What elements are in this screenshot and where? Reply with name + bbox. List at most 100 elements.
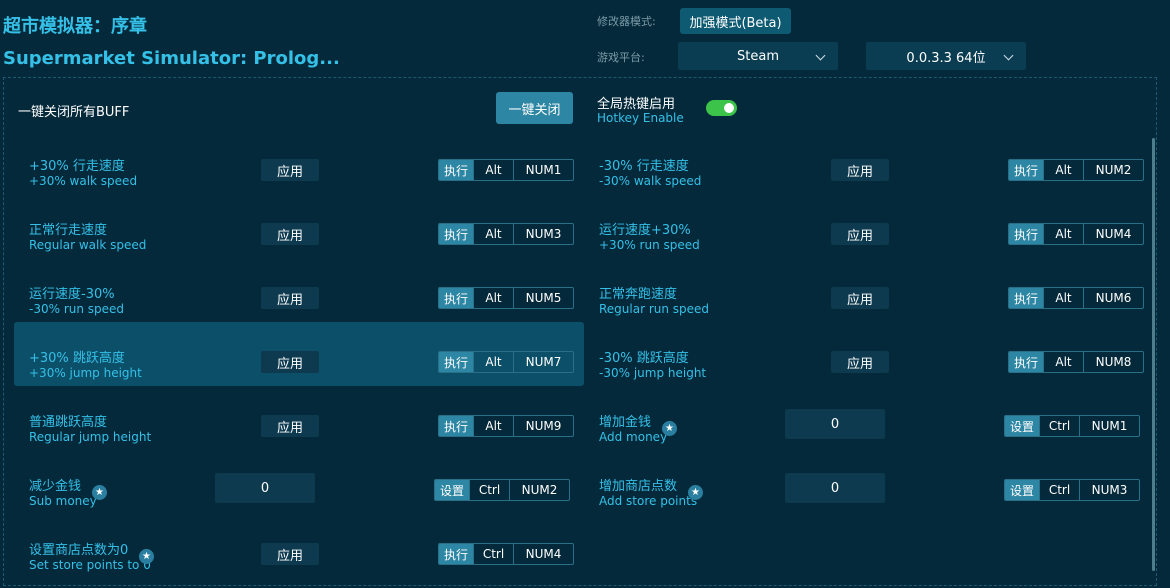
hotkey-action-button[interactable]: 设置 — [435, 480, 469, 500]
value-input[interactable]: 0 — [785, 409, 885, 439]
hotkey-key[interactable]: NUM4 — [1083, 224, 1143, 244]
hotkey-key[interactable]: NUM8 — [1083, 352, 1143, 372]
hotkey-group: 执行 Alt NUM2 — [1008, 159, 1144, 181]
hotkey-action-button[interactable]: 执行 — [439, 288, 473, 308]
cheat-label-cn: 减少金钱 — [29, 479, 82, 494]
mode-button[interactable]: 加强模式(Beta) — [680, 8, 791, 34]
cheat-label-cn: 增加商店点数 — [599, 479, 678, 494]
toggle-knob — [724, 103, 734, 113]
hotkey-action-button[interactable]: 执行 — [1009, 352, 1043, 372]
cheat-label-cn: 运行速度+30% — [599, 223, 691, 238]
hotkey-key[interactable]: NUM2 — [1083, 160, 1143, 180]
hotkey-group: 执行 Alt NUM9 — [438, 415, 574, 437]
value-input[interactable]: 0 — [215, 473, 315, 503]
cheat-label-cn: 运行速度-30% — [29, 287, 115, 302]
hotkey-modifier[interactable]: Ctrl — [1039, 480, 1079, 500]
hotkey-modifier[interactable]: Ctrl — [469, 480, 509, 500]
hotkey-group: 设置 Ctrl NUM3 — [1004, 479, 1140, 501]
hotkey-action-button[interactable]: 设置 — [1005, 480, 1039, 500]
mode-label: 修改器模式: — [597, 15, 656, 28]
hotkey-action-button[interactable]: 执行 — [439, 160, 473, 180]
apply-button[interactable]: 应用 — [831, 351, 889, 373]
apply-button[interactable]: 应用 — [261, 223, 319, 245]
star-icon: ★ — [139, 549, 154, 564]
hotkey-action-button[interactable]: 执行 — [439, 224, 473, 244]
hotkey-key[interactable]: NUM1 — [1079, 416, 1139, 436]
hotkey-action-button[interactable]: 执行 — [439, 544, 473, 564]
apply-button[interactable]: 应用 — [831, 159, 889, 181]
hotkey-modifier[interactable]: Alt — [1043, 224, 1083, 244]
cheat-label-en: -30% jump height — [599, 366, 707, 380]
hotkey-action-button[interactable]: 执行 — [439, 352, 473, 372]
hotkey-group: 执行 Alt NUM6 — [1008, 287, 1144, 309]
cheat-label-en: Sub money — [29, 494, 97, 508]
hotkey-key[interactable]: NUM1 — [513, 160, 573, 180]
apply-button[interactable]: 应用 — [261, 415, 319, 437]
star-icon: ★ — [688, 485, 703, 500]
value-input[interactable]: 0 — [785, 473, 885, 503]
apply-button[interactable]: 应用 — [261, 351, 319, 373]
cheat-label-cn: +30% 行走速度 — [29, 159, 125, 174]
page-title-en: Supermarket Simulator: Prolog... — [3, 48, 340, 69]
apply-button[interactable]: 应用 — [261, 159, 319, 181]
hotkey-enable-label-en: Hotkey Enable — [597, 111, 684, 125]
hotkey-toggle[interactable] — [706, 100, 737, 116]
hotkey-key[interactable]: NUM5 — [513, 288, 573, 308]
cheat-label-en: Add store points — [599, 494, 698, 508]
hotkey-key[interactable]: NUM4 — [513, 544, 573, 564]
hotkey-modifier[interactable]: Alt — [473, 160, 513, 180]
hotkey-modifier[interactable]: Alt — [1043, 160, 1083, 180]
hotkey-group: 设置 Ctrl NUM2 — [434, 479, 570, 501]
close-all-button[interactable]: 一键关闭 — [496, 92, 573, 124]
cheat-label-en: -30% run speed — [29, 302, 125, 316]
hotkey-action-button[interactable]: 执行 — [439, 416, 473, 436]
hotkey-action-button[interactable]: 执行 — [1009, 160, 1043, 180]
hotkey-modifier[interactable]: Alt — [1043, 288, 1083, 308]
hotkey-key[interactable]: NUM9 — [513, 416, 573, 436]
cheat-label-cn: +30% 跳跃高度 — [29, 351, 125, 366]
platform-label: 游戏平台: — [597, 51, 645, 64]
apply-button[interactable]: 应用 — [261, 287, 319, 309]
hotkey-modifier[interactable]: Ctrl — [1039, 416, 1079, 436]
hotkey-modifier[interactable]: Alt — [473, 416, 513, 436]
cheat-label-cn: 设置商店点数为0 — [29, 543, 129, 558]
hotkey-modifier[interactable]: Alt — [473, 224, 513, 244]
hotkey-group: 执行 Alt NUM8 — [1008, 351, 1144, 373]
version-select[interactable]: 0.0.3.3 64位 — [866, 42, 1026, 70]
cheat-label-en: +30% jump height — [29, 366, 142, 380]
cheat-label-en: +30% run speed — [599, 238, 700, 252]
apply-button[interactable]: 应用 — [831, 287, 889, 309]
cheat-label-en: Add money — [599, 430, 668, 444]
hotkey-group: 设置 Ctrl NUM1 — [1004, 415, 1140, 437]
cheat-label-en: Set store points to 0 — [29, 558, 151, 572]
platform-select[interactable]: Steam — [678, 42, 838, 70]
hotkey-key[interactable]: NUM6 — [1083, 288, 1143, 308]
hotkey-group: 执行 Alt NUM3 — [438, 223, 574, 245]
hotkey-action-button[interactable]: 执行 — [1009, 224, 1043, 244]
apply-button[interactable]: 应用 — [831, 223, 889, 245]
hotkey-enable-label-cn: 全局热键启用 — [597, 97, 676, 112]
hotkey-modifier[interactable]: Ctrl — [473, 544, 513, 564]
hotkey-key[interactable]: NUM7 — [513, 352, 573, 372]
cheat-label-cn: 增加金钱 — [599, 415, 652, 430]
hotkey-action-button[interactable]: 执行 — [1009, 288, 1043, 308]
star-icon: ★ — [662, 421, 677, 436]
apply-button[interactable]: 应用 — [261, 543, 319, 565]
cheat-label-cn: 普通跳跃高度 — [29, 415, 108, 430]
cheat-label-en: Regular jump height — [29, 430, 152, 444]
hotkey-modifier[interactable]: Alt — [473, 288, 513, 308]
page-title-cn: 超市模拟器：序章 — [3, 16, 147, 37]
hotkey-modifier[interactable]: Alt — [1043, 352, 1083, 372]
hotkey-key[interactable]: NUM2 — [509, 480, 569, 500]
hotkey-group: 执行 Alt NUM1 — [438, 159, 574, 181]
cheat-label-cn: 正常奔跑速度 — [599, 287, 678, 302]
close-all-label: 一键关闭所有BUFF — [18, 105, 130, 120]
hotkey-key[interactable]: NUM3 — [513, 224, 573, 244]
cheat-label-cn: -30% 跳跃高度 — [599, 351, 689, 366]
hotkey-group: 执行 Alt NUM7 — [438, 351, 574, 373]
hotkey-modifier[interactable]: Alt — [473, 352, 513, 372]
hotkey-key[interactable]: NUM3 — [1079, 480, 1139, 500]
cheat-label-en: -30% walk speed — [599, 174, 702, 188]
cheat-label-en: +30% walk speed — [29, 174, 138, 188]
hotkey-action-button[interactable]: 设置 — [1005, 416, 1039, 436]
